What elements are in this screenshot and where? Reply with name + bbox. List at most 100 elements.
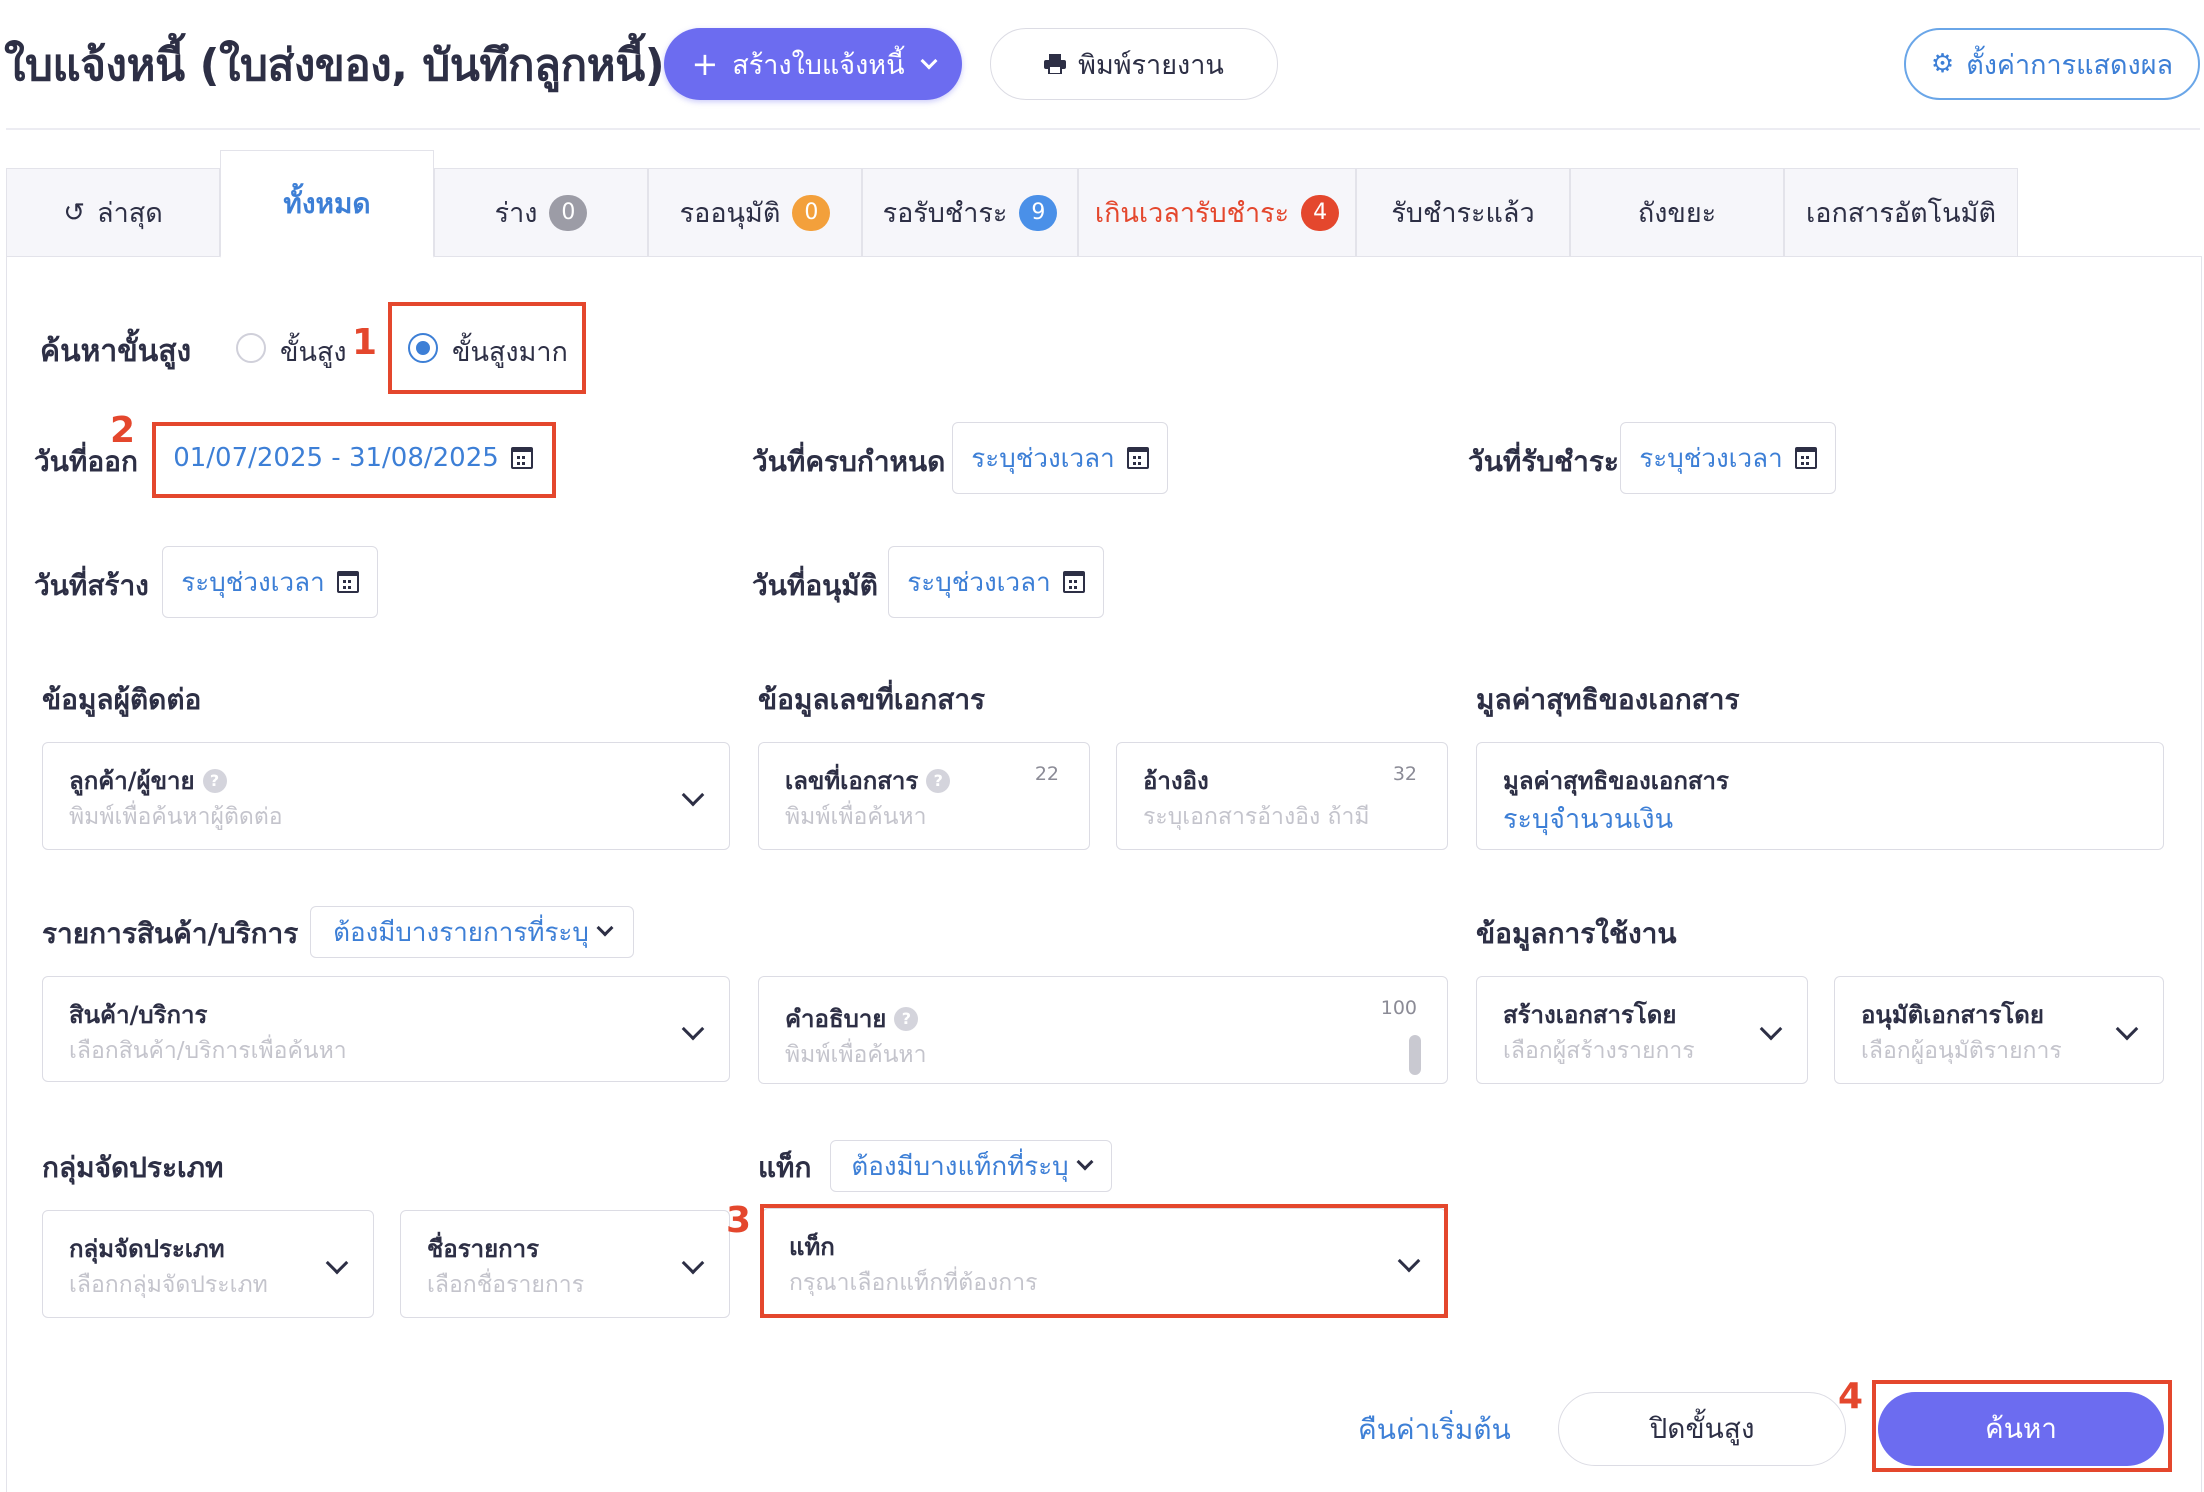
header-divider xyxy=(6,128,2200,130)
net-value-section-title: มูลค่าสุทธิของเอกสาร xyxy=(1476,683,1740,716)
items-section-title: รายการสินค้า/บริการ xyxy=(42,917,299,950)
count-badge: 0 xyxy=(549,194,588,231)
product-select[interactable]: สินค้า/บริการ เลือกสินค้า/บริการเพื่อค้น… xyxy=(42,976,730,1082)
radio-advanced-label: ขั้นสูง xyxy=(280,337,347,368)
tab-awaiting-payment[interactable]: รอรับชำระ 9 xyxy=(862,168,1078,256)
reference-placeholder: ระบุเอกสารอ้างอิง ถ้ามี xyxy=(1143,804,1370,830)
contact-placeholder: พิมพ์เพื่อค้นหาผู้ติดต่อ xyxy=(69,804,283,830)
doc-number-input[interactable]: เลขที่เอกสาร ? 22 พิมพ์เพื่อค้นหา xyxy=(758,742,1090,850)
chevron-down-icon xyxy=(1076,1153,1094,1171)
category-group-field-label: กลุ่มจัดประเภท xyxy=(69,1235,225,1263)
history-icon: ↺ xyxy=(63,197,86,228)
annotation-box-1 xyxy=(388,302,586,394)
annotation-box-2 xyxy=(152,422,556,498)
contact-select[interactable]: ลูกค้า/ผู้ขาย ? พิมพ์เพื่อค้นหาผู้ติดต่อ xyxy=(42,742,730,850)
created-date-picker[interactable]: ระบุช่วงเวลา xyxy=(162,546,378,618)
create-invoice-button[interactable]: + สร้างใบแจ้งหนี้ xyxy=(664,28,962,100)
category-group-placeholder: เลือกกลุ่มจัดประเภท xyxy=(69,1272,268,1298)
tab-label: ร่าง xyxy=(494,198,538,229)
display-settings-label: ตั้งค่าการแสดงผล xyxy=(1966,49,2174,81)
help-icon[interactable]: ? xyxy=(202,768,227,793)
tag-section-title: แท็ก xyxy=(758,1151,812,1184)
advanced-search-label: ค้นหาขั้นสูง xyxy=(40,334,192,369)
tab-label: ทั้งหมด xyxy=(283,186,371,220)
display-settings-button[interactable]: ⚙ ตั้งค่าการแสดงผล xyxy=(1904,28,2200,100)
chevron-down-icon xyxy=(325,1251,349,1275)
items-match-value: ต้องมีบางรายการที่ระบุ xyxy=(333,917,589,948)
created-by-select[interactable]: สร้างเอกสารโดย เลือกผู้สร้างรายการ xyxy=(1476,976,1808,1084)
category-name-select[interactable]: ชื่อรายการ เลือกชื่อรายการ xyxy=(400,1210,730,1318)
tab-all[interactable]: ทั้งหมด xyxy=(220,150,434,258)
tab-label: เอกสารอัตโนมัติ xyxy=(1806,198,1996,229)
description-textarea[interactable]: คำอธิบาย ? 100 พิมพ์เพื่อค้นหา xyxy=(758,976,1448,1084)
annotation-number-4: 4 xyxy=(1838,1376,1864,1417)
approved-by-select[interactable]: อนุมัติเอกสารโดย เลือกผู้อนุมัติรายการ xyxy=(1834,976,2164,1084)
help-icon[interactable]: ? xyxy=(894,1006,919,1031)
payment-date-label: วันที่รับชำระ xyxy=(1468,445,1619,478)
category-section-title: กลุ่มจัดประเภท xyxy=(42,1151,224,1184)
due-date-picker[interactable]: ระบุช่วงเวลา xyxy=(952,422,1168,494)
tab-trash[interactable]: ถังขยะ xyxy=(1570,168,1784,256)
product-placeholder: เลือกสินค้า/บริการเพื่อค้นหา xyxy=(69,1038,347,1064)
char-count: 22 xyxy=(1034,763,1059,785)
created-date-label: วันที่สร้าง xyxy=(34,569,149,602)
contact-field-label-text: ลูกค้า/ผู้ขาย xyxy=(69,767,195,795)
char-count: 100 xyxy=(1380,997,1417,1019)
tag-match-select[interactable]: ต้องมีบางแท็กที่ระบุ xyxy=(830,1140,1112,1192)
usage-section-title: ข้อมูลการใช้งาน xyxy=(1476,917,1677,950)
count-badge: 9 xyxy=(1019,194,1058,231)
print-report-button[interactable]: พิมพ์รายงาน xyxy=(990,28,1278,100)
contact-field-label: ลูกค้า/ผู้ขาย ? xyxy=(69,761,227,800)
tab-label: รับชำระแล้ว xyxy=(1391,198,1535,229)
doc-number-field-label: เลขที่เอกสาร ? xyxy=(785,761,951,800)
tab-draft[interactable]: ร่าง 0 xyxy=(434,168,648,256)
category-group-select[interactable]: กลุ่มจัดประเภท เลือกกลุ่มจัดประเภท xyxy=(42,1210,374,1318)
approved-date-value: ระบุช่วงเวลา xyxy=(907,567,1051,598)
close-advanced-button[interactable]: ปิดขั้นสูง xyxy=(1558,1392,1846,1466)
category-name-placeholder: เลือกชื่อรายการ xyxy=(427,1272,585,1298)
contact-section-title: ข้อมูลผู้ติดต่อ xyxy=(42,683,202,716)
approved-by-field-label: อนุมัติเอกสารโดย xyxy=(1861,1001,2044,1029)
annotation-number-3: 3 xyxy=(726,1200,752,1241)
chevron-down-icon xyxy=(681,1251,705,1275)
net-value-field-label: มูลค่าสุทธิของเอกสาร xyxy=(1503,767,1729,795)
due-date-value: ระบุช่วงเวลา xyxy=(971,443,1115,474)
tab-paid[interactable]: รับชำระแล้ว xyxy=(1356,168,1570,256)
items-match-select[interactable]: ต้องมีบางรายการที่ระบุ xyxy=(310,906,634,958)
page-title: ใบแจ้งหนี้ (ใบส่งของ, บันทึกลูกหนี้) xyxy=(4,40,665,91)
tab-automatic-documents[interactable]: เอกสารอัตโนมัติ xyxy=(1784,168,2018,256)
doc-number-section-title: ข้อมูลเลขที่เอกสาร xyxy=(758,683,986,716)
payment-date-picker[interactable]: ระบุช่วงเวลา xyxy=(1620,422,1836,494)
print-report-label: พิมพ์รายงาน xyxy=(1078,49,1224,81)
net-value-input[interactable]: มูลค่าสุทธิของเอกสาร ระบุจำนวนเงิน xyxy=(1476,742,2164,850)
plus-icon: + xyxy=(691,45,719,83)
chevron-down-icon xyxy=(2115,1017,2139,1041)
tab-label: รอรับชำระ xyxy=(882,198,1008,229)
annotation-number-1: 1 xyxy=(352,322,378,363)
tab-overdue[interactable]: เกินเวลารับชำระ 4 xyxy=(1078,168,1356,256)
chevron-down-icon xyxy=(1759,1017,1783,1041)
reference-input[interactable]: อ้างอิง 32 ระบุเอกสารอ้างอิง ถ้ามี xyxy=(1116,742,1448,850)
create-invoice-label: สร้างใบแจ้งหนี้ xyxy=(732,49,905,81)
tab-label: ล่าสุด xyxy=(97,198,163,229)
tab-awaiting-approval[interactable]: รออนุมัติ 0 xyxy=(648,168,862,256)
payment-date-value: ระบุช่วงเวลา xyxy=(1639,443,1783,474)
radio-advanced[interactable] xyxy=(236,333,266,363)
calendar-icon xyxy=(336,571,359,593)
net-value-placeholder: ระบุจำนวนเงิน xyxy=(1503,804,1674,835)
annotation-box-4 xyxy=(1872,1380,2172,1472)
printer-icon xyxy=(1044,54,1067,74)
chevron-down-icon xyxy=(681,783,705,807)
reset-defaults-link[interactable]: คืนค่าเริ่มต้น xyxy=(1358,1408,1511,1452)
reference-field-label: อ้างอิง xyxy=(1143,767,1209,795)
approved-date-picker[interactable]: ระบุช่วงเวลา xyxy=(888,546,1104,618)
created-date-value: ระบุช่วงเวลา xyxy=(181,567,325,598)
category-name-field-label: ชื่อรายการ xyxy=(427,1235,540,1263)
tab-latest[interactable]: ↺ ล่าสุด xyxy=(6,168,220,256)
product-field-label: สินค้า/บริการ xyxy=(69,1001,208,1029)
help-icon[interactable]: ? xyxy=(926,768,951,793)
annotation-number-2: 2 xyxy=(110,410,136,451)
textarea-scrollbar[interactable] xyxy=(1409,1035,1421,1075)
description-placeholder: พิมพ์เพื่อค้นหา xyxy=(785,1042,927,1068)
chevron-down-icon xyxy=(920,52,938,70)
